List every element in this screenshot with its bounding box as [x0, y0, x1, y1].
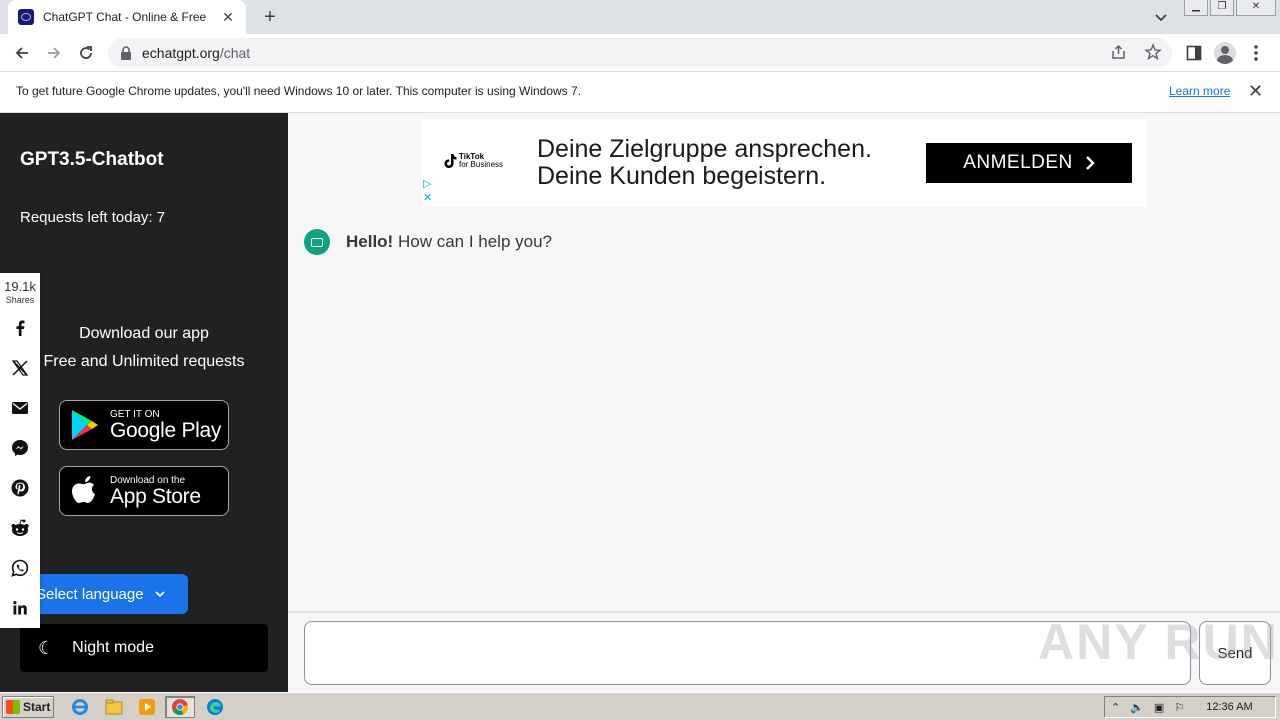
bot-message-text: Hello! How can I help you?: [346, 232, 552, 251]
kebab-menu-icon: [1254, 45, 1258, 61]
app-store-button[interactable]: Download on the App Store: [59, 466, 229, 516]
browser-toolbar: echatgpt.org/chat: [0, 34, 1280, 72]
learn-more-link[interactable]: Learn more: [1169, 84, 1230, 98]
ad-headline-1: Deine Zielgruppe ansprechen.: [537, 135, 872, 163]
reddit-icon[interactable]: [10, 518, 30, 538]
forward-button[interactable]: [42, 41, 66, 65]
x-icon[interactable]: [10, 358, 30, 378]
messenger-icon[interactable]: [10, 438, 30, 458]
start-label: Start: [23, 700, 51, 714]
night-mode-label: Night mode: [72, 639, 154, 656]
forward-arrow-icon: [48, 47, 61, 59]
anyrun-watermark: ANY RUN: [1038, 614, 1279, 670]
download-app-title: Download our app: [79, 325, 209, 342]
reload-button[interactable]: [74, 41, 98, 65]
ad-anmelden-button[interactable]: ANMELDEN: [926, 143, 1132, 183]
adchoices-icon[interactable]: ▷ ✕: [423, 177, 437, 205]
linkedin-icon[interactable]: [10, 598, 30, 618]
night-mode-toggle[interactable]: ☾ Night mode: [20, 624, 268, 672]
network-icon[interactable]: ▣: [1154, 701, 1164, 714]
back-button[interactable]: [10, 41, 34, 65]
infobar-close-icon[interactable]: ✕: [1248, 81, 1263, 102]
minimize-button[interactable]: ▁: [1184, 0, 1208, 16]
profile-button[interactable]: [1213, 41, 1237, 65]
tray-expand-icon[interactable]: ⌃: [1111, 701, 1120, 714]
close-window-button[interactable]: ✕: [1236, 0, 1276, 16]
tiktok-logo: TikTok for Business: [443, 153, 503, 169]
site-favicon-icon: [18, 9, 34, 25]
tiktok-note-icon: [444, 154, 457, 168]
share-page-icon[interactable]: [1110, 43, 1128, 61]
pinterest-icon[interactable]: [10, 478, 30, 498]
chrome-menu-button[interactable]: [1244, 41, 1268, 65]
share-label: Shares: [5, 295, 35, 305]
back-arrow-icon: [15, 47, 28, 59]
download-app-subtitle: Free and Unlimited requests: [43, 353, 245, 370]
new-tab-button[interactable]: +: [258, 6, 282, 28]
omnibox-actions: [1110, 43, 1162, 61]
window-controls: ▁ ❐ ✕: [1182, 0, 1276, 18]
share-count: 19.1k: [4, 279, 36, 294]
windows-taskbar: Start ⌃ 🔈 ▣ ⚐ 12:36 AM: [0, 692, 1280, 720]
ad-headline-2: Deine Kunden begeistern.: [537, 162, 827, 190]
address-bar[interactable]: echatgpt.org/chat: [108, 38, 1172, 68]
social-share-bar: 19.1k Shares: [0, 273, 40, 628]
brand-title: GPT3.5-Chatbot: [20, 149, 164, 170]
requests-left: Requests left today: 7: [20, 209, 166, 226]
reload-icon: [80, 46, 92, 59]
system-tray: ⌃ 🔈 ▣ ⚐ 12:36 AM: [1104, 696, 1276, 718]
chevron-down-icon: [155, 591, 165, 598]
url-text: echatgpt.org/chat: [142, 45, 251, 61]
tab-strip: ChatGPT Chat - Online & Free ✕ + ▁ ❐ ✕: [0, 0, 1280, 34]
select-language-label: Select language: [36, 585, 144, 603]
google-play-icon: [72, 410, 98, 440]
taskbar-chrome-icon[interactable]: [165, 696, 195, 718]
start-button[interactable]: Start: [2, 696, 54, 718]
volume-icon[interactable]: 🔈: [1130, 701, 1144, 714]
compose-area: Send ANY RUN: [288, 611, 1280, 692]
browser-tab[interactable]: ChatGPT Chat - Online & Free ✕: [8, 0, 246, 34]
tab-close-icon[interactable]: ✕: [220, 9, 236, 26]
moon-icon: ☾: [38, 637, 55, 658]
bot-avatar-icon: [304, 229, 330, 255]
apple-logo-icon: [72, 476, 95, 503]
action-center-flag-icon[interactable]: ⚐: [1174, 701, 1184, 714]
side-panel-button[interactable]: [1182, 41, 1206, 65]
bot-message: Hello! How can I help you?: [304, 229, 552, 255]
email-icon[interactable]: [10, 398, 30, 418]
ad-cta-label: ANMELDEN: [963, 152, 1073, 173]
taskbar-clock[interactable]: 12:36 AM: [1206, 701, 1252, 713]
bookmark-star-icon[interactable]: [1144, 43, 1162, 61]
lock-icon: [121, 46, 131, 60]
tab-search-chevron-icon[interactable]: [1152, 8, 1170, 26]
update-infobar: To get future Google Chrome updates, you…: [0, 72, 1280, 113]
taskbar-edge-icon[interactable]: [203, 696, 227, 718]
facebook-icon[interactable]: [10, 318, 30, 338]
tiktok-logo-text: TikTok for Business: [459, 152, 504, 169]
select-language-button[interactable]: Select language: [20, 574, 188, 614]
profile-avatar-icon: [1214, 42, 1236, 64]
google-play-text: GET IT ON Google Play: [110, 408, 222, 442]
taskbar-media-player-icon[interactable]: [135, 696, 159, 718]
taskbar-explorer-icon[interactable]: [102, 696, 126, 718]
sidebar: GPT3.5-Chatbot Requests left today: 7 Do…: [0, 113, 288, 692]
chat-main: TikTok for Business Deine Zielgruppe ansp…: [288, 113, 1280, 692]
app-store-text: Download on the App Store: [110, 474, 201, 508]
side-panel-icon: [1186, 45, 1202, 61]
tiktok-ad-banner[interactable]: TikTok for Business Deine Zielgruppe ansp…: [421, 119, 1147, 207]
windows-flag-icon: [6, 700, 20, 714]
tab-title: ChatGPT Chat - Online & Free: [43, 10, 207, 24]
google-play-button[interactable]: GET IT ON Google Play: [59, 400, 229, 450]
chevron-right-icon: [1085, 156, 1095, 170]
taskbar-ie-icon[interactable]: [68, 696, 92, 718]
whatsapp-icon[interactable]: [10, 558, 30, 578]
infobar-message: To get future Google Chrome updates, you…: [16, 84, 582, 98]
restore-button[interactable]: ❐: [1210, 0, 1234, 16]
